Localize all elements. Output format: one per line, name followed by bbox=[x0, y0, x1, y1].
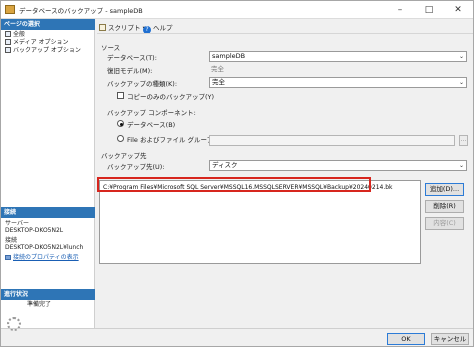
copy-only-checkbox[interactable] bbox=[117, 92, 124, 99]
properties-icon bbox=[5, 255, 11, 260]
recovery-model-label: 復旧モデル(M): bbox=[107, 67, 153, 75]
help-label: ヘルプ bbox=[153, 24, 173, 32]
destination-section-label: バックアップ先 bbox=[101, 152, 147, 160]
component-database-label: データベース(B) bbox=[127, 121, 176, 129]
backup-database-dialog: データベースのバックアップ - sampleDB – □ ✕ ページの選択 全般… bbox=[0, 0, 474, 347]
recovery-model-value: 完全 bbox=[209, 64, 467, 75]
component-database-radio[interactable] bbox=[117, 120, 124, 127]
title-bar: データベースのバックアップ - sampleDB – □ ✕ bbox=[1, 1, 473, 19]
component-files-radio[interactable] bbox=[117, 135, 124, 142]
page-general-label: 全般 bbox=[13, 31, 26, 38]
backup-component-label: バックアップ コンポーネント: bbox=[107, 109, 196, 117]
connection-properties-link-text: 接続のプロパティの表示 bbox=[13, 254, 79, 261]
script-button[interactable]: スクリプト ▾ bbox=[99, 22, 146, 32]
add-button[interactable]: 追加(D)... bbox=[425, 183, 464, 196]
backup-to-value: ディスク bbox=[212, 161, 238, 169]
page-icon bbox=[5, 31, 11, 37]
page-general[interactable]: 全般 bbox=[5, 31, 25, 39]
connection-properties-link[interactable]: 接続のプロパティの表示 bbox=[5, 254, 79, 262]
footer-divider bbox=[1, 328, 473, 329]
app-icon bbox=[5, 5, 15, 14]
script-icon bbox=[99, 24, 106, 31]
backup-type-label: バックアップの種類(K): bbox=[107, 80, 178, 88]
file-group-input bbox=[209, 135, 455, 146]
backup-type-select[interactable]: 完全 ⌄ bbox=[209, 77, 467, 88]
select-page-header: ページの選択 bbox=[1, 19, 95, 30]
progress-header: 進行状況 bbox=[1, 289, 95, 300]
page-backup-options[interactable]: バックアップ オプション bbox=[5, 47, 81, 55]
chevron-down-icon: ⌄ bbox=[458, 53, 464, 60]
page-backup-options-label: バックアップ オプション bbox=[13, 47, 81, 54]
progress-status: 準備完了 bbox=[27, 301, 52, 308]
backup-to-label: バックアップ先(U): bbox=[107, 163, 165, 171]
server-value: DESKTOP-DKO5N2L bbox=[5, 227, 64, 234]
cancel-button[interactable]: キャンセル bbox=[431, 333, 469, 345]
copy-only-label: コピーのみのバックアップ(Y) bbox=[127, 93, 215, 101]
window-title: データベースのバックアップ - sampleDB bbox=[19, 7, 143, 15]
left-pane: ページの選択 全般 メディア オプション バックアップ オプション 接続 サーバ… bbox=[1, 19, 95, 331]
chevron-down-icon: ⌄ bbox=[458, 79, 464, 86]
close-button[interactable]: ✕ bbox=[443, 1, 473, 19]
database-select[interactable]: sampleDB ⌄ bbox=[209, 51, 467, 62]
script-label: スクリプト bbox=[108, 24, 141, 32]
page-media-options[interactable]: メディア オプション bbox=[5, 39, 69, 47]
page-media-options-label: メディア オプション bbox=[13, 39, 69, 46]
database-value: sampleDB bbox=[212, 52, 246, 60]
general-page: ソース データベース(T): sampleDB ⌄ 復旧モデル(M): 完全 バ… bbox=[97, 34, 473, 328]
connection-header: 接続 bbox=[1, 207, 95, 218]
destination-list[interactable]: C:¥Program Files¥Microsoft SQL Server¥MS… bbox=[99, 180, 421, 264]
ok-button[interactable]: OK bbox=[387, 333, 425, 345]
backup-type-value: 完全 bbox=[212, 78, 225, 86]
file-group-browse-button: ... bbox=[459, 135, 468, 146]
minimize-button[interactable]: – bbox=[385, 1, 415, 19]
page-icon bbox=[5, 47, 11, 53]
highlight-annotation bbox=[97, 177, 371, 192]
contents-button[interactable]: 内容(C) bbox=[425, 217, 464, 230]
chevron-down-icon: ⌄ bbox=[458, 162, 464, 169]
backup-to-select[interactable]: ディスク ⌄ bbox=[209, 160, 467, 171]
page-icon bbox=[5, 39, 11, 45]
maximize-button[interactable]: □ bbox=[414, 1, 444, 19]
remove-button[interactable]: 削除(R) bbox=[425, 200, 464, 213]
connection-value: DESKTOP-DKO5N2L¥lunch bbox=[5, 244, 84, 251]
database-label: データベース(T): bbox=[107, 54, 157, 62]
source-section-label: ソース bbox=[101, 44, 121, 52]
toolbar: スクリプト ▾ ?ヘルプ bbox=[97, 20, 473, 34]
